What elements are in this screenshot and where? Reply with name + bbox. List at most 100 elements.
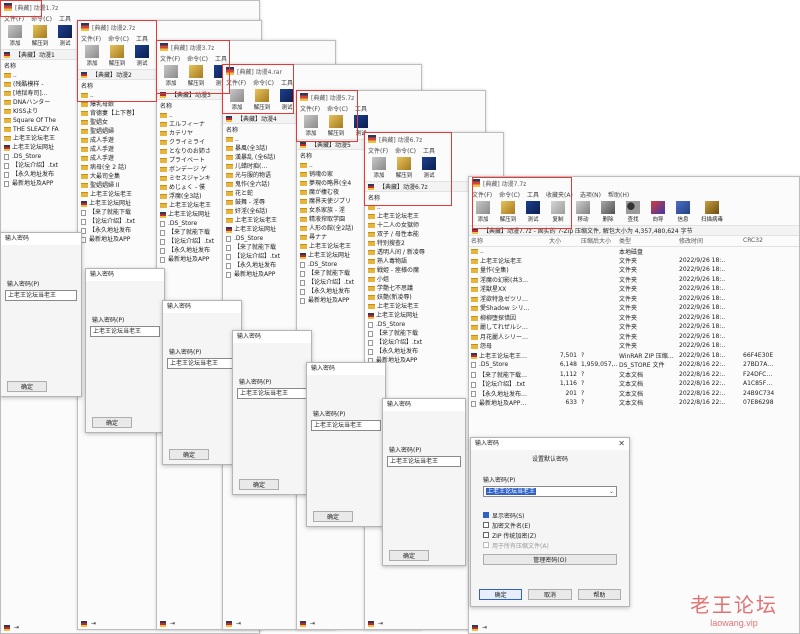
- move-button[interactable]: 移动: [572, 200, 594, 224]
- list-item-name: 聖娼女: [90, 119, 109, 126]
- file-name: 愛Shadow シリ…: [480, 305, 530, 313]
- col-crc[interactable]: CRC32: [741, 236, 799, 247]
- delete-button[interactable]: 删除: [597, 200, 619, 224]
- list-item-name: 最新地址及APP: [89, 236, 131, 243]
- table-row[interactable]: 最新地址及APP… 633? 文本文档 2022/8/16 22:.. 07E86298: [469, 398, 799, 408]
- scan-virus-button[interactable]: 扫描病毒: [697, 200, 727, 224]
- manage-passwords-button[interactable]: 管理密码(O): [483, 554, 617, 565]
- info-button[interactable]: 信息: [672, 200, 694, 224]
- show-password-checkbox[interactable]: 显示密码(S): [483, 510, 629, 520]
- password-label: 输入密码(P): [483, 477, 516, 484]
- cell-mtime: 2022/8/16 22:..: [679, 399, 726, 407]
- archive-icon: [160, 211, 166, 218]
- file-icon: [368, 321, 373, 328]
- archive-icon: [300, 141, 306, 148]
- ok-button[interactable]: 确定: [479, 589, 523, 600]
- list-item-name: 【论坛介绍】.txt: [376, 339, 423, 346]
- checkbox-icon: [483, 532, 489, 538]
- folder-icon: [300, 226, 307, 231]
- file-name: 上老王论坛老王: [480, 257, 523, 265]
- cell-packed: [579, 256, 617, 266]
- table-row[interactable]: 【来了就能下载… 1,112? 文本文档 2022/8/16 22:.. F24DFC…: [469, 370, 799, 380]
- cell-mtime: 2022/9/26 18:..: [679, 294, 726, 302]
- file-name: 怨母: [480, 343, 493, 351]
- archive-icon: [300, 252, 306, 259]
- test-button[interactable]: 测试: [54, 24, 76, 48]
- table-row[interactable]: 【论坛介绍】.txt 1,116? 文本文档 2022/8/16 22:.. A1C85…: [469, 379, 799, 389]
- table-row[interactable]: 愛Shadow シリ… 文件夹 2022/9/26 18:..: [469, 303, 799, 313]
- cell-crc: [741, 256, 799, 266]
- extract-button[interactable]: 解压到: [29, 24, 51, 48]
- col-packed[interactable]: 压缩后大小: [579, 236, 617, 247]
- table-row[interactable]: 上老王论坛老王 文件夹 2022/9/26 18:..: [469, 256, 799, 266]
- menu-tools[interactable]: 工具: [59, 14, 71, 23]
- table-row[interactable]: 淫魔の幻影(共3… 文件夹 2022/9/26 18:..: [469, 275, 799, 285]
- window-path: 【典藏】动漫1: [15, 52, 55, 59]
- table-row[interactable]: 麗してれぜルシ… 文件夹 2022/9/26 18:..: [469, 322, 799, 332]
- cell-size: [547, 246, 579, 256]
- password-input[interactable]: 上老王论坛当老王 ⌄: [483, 486, 617, 497]
- list-item-name: 背德妻【上下巻】: [90, 110, 139, 117]
- file-name: .DS_Store: [479, 361, 509, 369]
- find-button[interactable]: 查找: [622, 200, 644, 224]
- folder-icon: [160, 122, 167, 127]
- list-item-name: THE SLEAZY FA: [13, 126, 59, 133]
- table-row[interactable]: .DS_Store 6,148 1,959,057,… DS_STORE 文件 2022…: [469, 360, 799, 370]
- list-item-name: .DS_Store: [308, 261, 338, 268]
- folder-icon: [471, 287, 478, 293]
- list-item-name: 上老王论坛网址: [12, 144, 55, 151]
- table-row[interactable]: 淫獣星XX 文件夹 2022/9/26 18:..: [469, 284, 799, 294]
- list-item-name: 上老王论坛老王: [377, 303, 420, 310]
- file-icon: [300, 288, 305, 295]
- file-icon: [300, 261, 305, 268]
- password-dialog-heading: 设置默认密码: [531, 456, 568, 463]
- table-row[interactable]: 月花麗人シリー… 文件夹 2022/9/26 18:..: [469, 332, 799, 342]
- cell-crc: 66F4E30E: [743, 351, 774, 359]
- folder-icon: [226, 146, 233, 151]
- folder-icon: [471, 258, 478, 264]
- menu-help[interactable]: 帮助(H): [608, 190, 629, 199]
- file-name: 柳柳堕探惜因: [480, 314, 517, 322]
- list-item-name: ..: [13, 72, 17, 79]
- table-row[interactable]: 量作(全集) 文件夹 2022/9/26 18:..: [469, 265, 799, 275]
- folder-icon: [471, 334, 478, 340]
- add-button[interactable]: 添加: [4, 24, 26, 48]
- window-status-bar: ⇥: [81, 619, 96, 628]
- folder-icon: [4, 100, 11, 105]
- col-mtime[interactable]: 修改时间: [677, 236, 741, 247]
- chevron-down-icon[interactable]: ⌄: [609, 487, 614, 496]
- cell-crc: [741, 246, 799, 256]
- folder-icon: [160, 185, 167, 190]
- wizard-button[interactable]: 向导: [647, 200, 669, 224]
- col-name[interactable]: 名称: [469, 236, 547, 247]
- cell-packed: ?: [581, 389, 585, 397]
- table-row[interactable]: 柳柳堕探惜因 文件夹 2022/9/26 18:..: [469, 313, 799, 323]
- col-type[interactable]: 类型: [617, 236, 677, 247]
- table-row[interactable]: 上老王论坛老王… 7,501? WinRAR ZIP 压缩… 2022/9/26 18…: [469, 351, 799, 361]
- table-row[interactable]: 淫欲特急ゼツリ… 文件夹 2022/9/26 18:..: [469, 294, 799, 304]
- archive-icon: [226, 226, 232, 233]
- folder-icon: [471, 296, 478, 302]
- table-row[interactable]: 【永久地址发布… 201? 文本文档 2022/8/16 22:.. 24B9C734: [469, 389, 799, 399]
- table-row[interactable]: .. 本地磁盘: [469, 246, 799, 256]
- cancel-button[interactable]: 取消: [528, 589, 572, 600]
- list-item-name: 特别搜查2: [377, 240, 405, 247]
- add-icon: [8, 25, 22, 38]
- move-icon: [576, 201, 590, 214]
- table-row[interactable]: 怨母 文件夹 2022/9/26 18:..: [469, 341, 799, 351]
- file-name: 淫欲特急ゼツリ…: [480, 295, 529, 303]
- encrypt-names-checkbox[interactable]: 加密文件名(E): [483, 520, 629, 530]
- highlight-box: [156, 40, 230, 94]
- list-item-name: 漢暴乱 (全6話): [235, 154, 276, 161]
- all-archives-checkbox[interactable]: 用于所有压缩文件(A): [483, 540, 629, 550]
- list-item-name: 上老王论坛老王: [169, 202, 212, 209]
- col-size[interactable]: 大小: [547, 236, 579, 247]
- menu-options[interactable]: 选项(N): [580, 190, 601, 199]
- zip-legacy-checkbox[interactable]: ZIP 传统加密(Z): [483, 530, 629, 540]
- list-item-name: クライミライ: [169, 139, 206, 146]
- close-icon[interactable]: ✕: [618, 438, 625, 450]
- highlight-box: [364, 132, 452, 206]
- folder-icon: [226, 191, 233, 196]
- help-button[interactable]: 帮助: [577, 589, 621, 600]
- folder-icon: [81, 120, 88, 125]
